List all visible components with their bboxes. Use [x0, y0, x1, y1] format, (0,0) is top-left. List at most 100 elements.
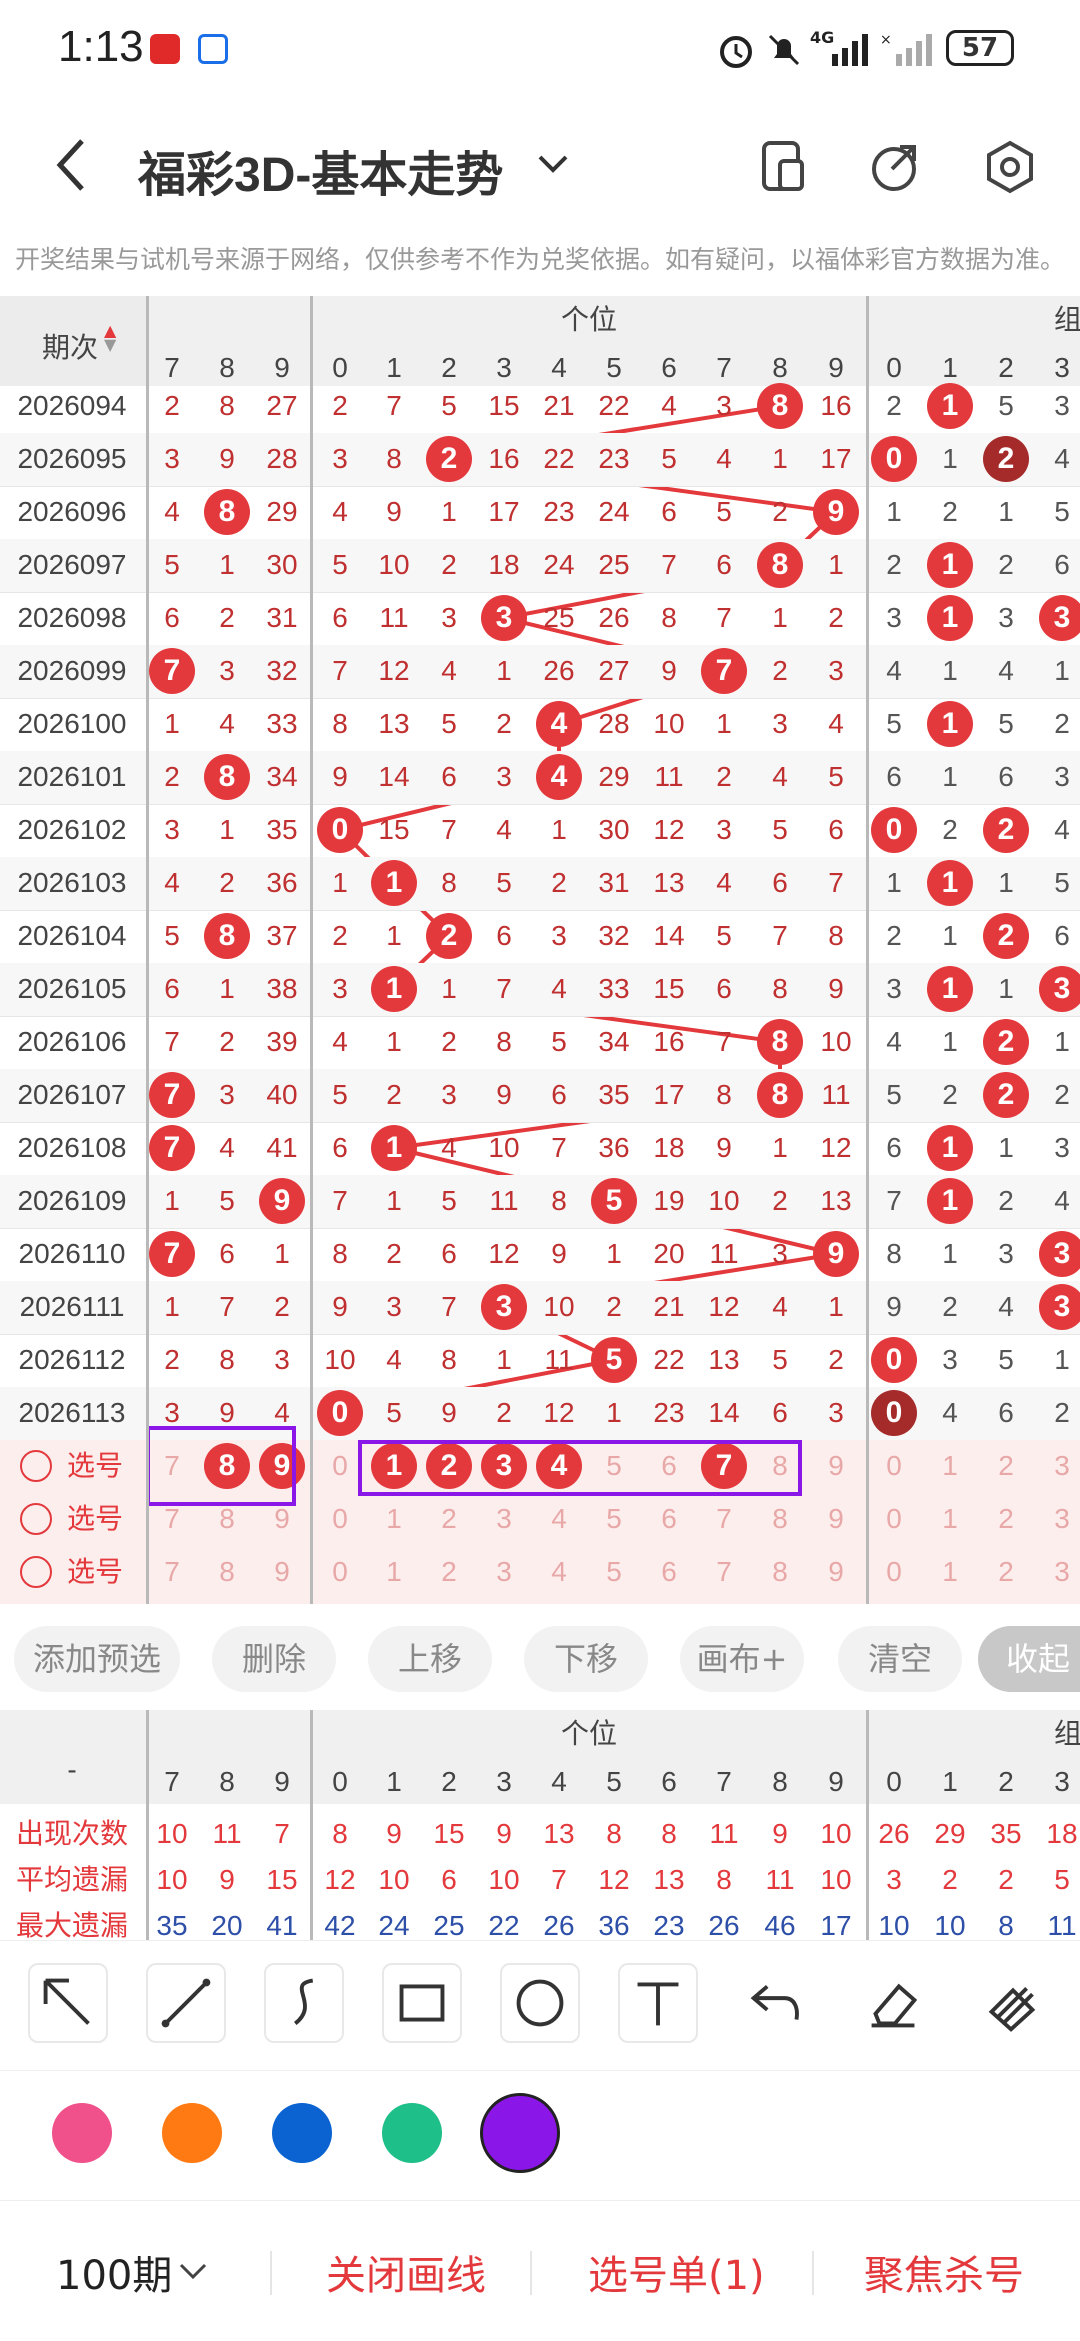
hit-ball: 8 — [757, 383, 803, 429]
color-swatch[interactable] — [162, 2103, 222, 2163]
miss-cell: 10 — [653, 708, 685, 739]
settings-icon[interactable] — [982, 139, 1038, 195]
selection-box[interactable] — [358, 1440, 802, 1496]
row-divider — [0, 909, 1080, 911]
pick-number: 8 — [219, 1556, 235, 1587]
miss-cell: 5 — [164, 920, 180, 951]
hit-ball: 3 — [481, 1284, 527, 1330]
miss-cell: 8 — [496, 1026, 512, 1057]
miss-cell: 32 — [266, 655, 298, 686]
share-icon[interactable] — [868, 139, 924, 195]
undo-icon[interactable] — [736, 1963, 816, 2043]
combo-cell: 6 — [998, 1397, 1014, 1428]
miss-cell: 16 — [653, 1026, 685, 1057]
combo-cell: 2 — [998, 1185, 1014, 1216]
action-button[interactable]: 收起 — [978, 1626, 1080, 1692]
hit-ball: 2 — [426, 913, 472, 959]
combo-cell: 6 — [1054, 549, 1070, 580]
stats-value: 2 — [942, 1864, 958, 1895]
stats-value: 41 — [266, 1910, 298, 1940]
combo-cell: 4 — [1054, 814, 1070, 845]
stats-value: 8 — [606, 1818, 622, 1849]
color-swatch[interactable] — [382, 2103, 442, 2163]
miss-cell: 5 — [661, 443, 677, 474]
stats-value: 15 — [266, 1864, 298, 1895]
action-button[interactable]: 清空 — [838, 1626, 962, 1692]
color-swatch[interactable] — [272, 2103, 332, 2163]
circle-icon[interactable] — [500, 1963, 580, 2043]
miss-cell: 8 — [661, 602, 677, 633]
miss-cell: 12 — [543, 1397, 575, 1428]
column-header: 9 — [828, 352, 844, 383]
pick-number: 3 — [496, 1556, 512, 1587]
row-divider — [0, 1227, 1080, 1229]
miss-cell: 9 — [219, 1397, 235, 1428]
miss-cell: 5 — [441, 390, 457, 421]
miss-cell: 1 — [496, 1344, 512, 1375]
group-header-ones: 个位 — [560, 1718, 617, 1749]
action-button[interactable]: 下移 — [524, 1626, 648, 1692]
pointer-arrow-icon[interactable] — [28, 1963, 108, 2043]
clear-brush-icon[interactable] — [972, 1963, 1052, 2043]
miss-cell: 3 — [274, 1344, 290, 1375]
period-selector[interactable]: 100期 — [56, 2243, 172, 2301]
miss-cell: 28 — [266, 443, 298, 474]
mute-icon — [768, 34, 800, 66]
stats-value: 23 — [653, 1910, 685, 1940]
combo-cell: 1 — [942, 443, 958, 474]
stats-table: - 个位组 7 8 9 0 1 2 3 4 5 6 7 8 9 0 1 2 3 出现次数 10 11 7 8 9 15 9 13 8 8 1… — [0, 1710, 1080, 1940]
action-button[interactable]: 画布+ — [680, 1626, 804, 1692]
pick-radio[interactable] — [20, 1556, 52, 1588]
curve-icon[interactable] — [264, 1963, 344, 2043]
stats-value: 10 — [156, 1864, 188, 1895]
row-divider — [0, 591, 1080, 593]
miss-cell: 2 — [164, 390, 180, 421]
combo-cell: 2 — [942, 1291, 958, 1322]
miss-cell: 6 — [441, 1238, 457, 1269]
miss-cell: 30 — [598, 814, 630, 845]
period-header[interactable]: 期次 — [42, 326, 98, 366]
pick-list-button[interactable]: 选号单(1) — [588, 2243, 765, 2301]
chevron-down-icon[interactable] — [536, 149, 570, 179]
text-icon[interactable] — [618, 1963, 698, 2043]
page-title[interactable]: 福彩3D-基本走势 — [138, 135, 503, 205]
action-button[interactable]: 删除 — [212, 1626, 336, 1692]
miss-cell: 33 — [598, 973, 630, 1004]
column-header: 7 — [164, 1766, 180, 1797]
pick-radio[interactable] — [20, 1450, 52, 1482]
color-swatch[interactable] — [52, 2103, 112, 2163]
back-icon[interactable] — [50, 135, 90, 195]
stats-value: 11 — [212, 1818, 242, 1849]
column-header: 1 — [942, 1766, 958, 1797]
chevron-down-icon[interactable] — [178, 2259, 208, 2283]
stats-value: 9 — [219, 1864, 235, 1895]
miss-cell: 23 — [653, 1397, 685, 1428]
stats-dash: - — [67, 1754, 77, 1785]
miss-cell: 2 — [219, 867, 235, 898]
selection-box[interactable] — [146, 1426, 296, 1506]
miss-cell: 5 — [386, 1397, 402, 1428]
focus-kill-button[interactable]: 聚焦杀号 — [864, 2243, 1024, 2301]
stats-value: 18 — [1046, 1818, 1078, 1849]
action-button[interactable]: 添加预选 — [14, 1626, 180, 1692]
device-icon[interactable] — [758, 139, 808, 195]
eraser-icon[interactable] — [854, 1963, 934, 2043]
miss-cell: 7 — [386, 390, 402, 421]
rectangle-icon[interactable] — [382, 1963, 462, 2043]
color-swatch[interactable] — [480, 2093, 560, 2173]
line-icon[interactable] — [146, 1963, 226, 2043]
close-lines-button[interactable]: 关闭画线 — [326, 2243, 486, 2301]
combo-cell: 4 — [886, 1026, 902, 1057]
combo-cell: 4 — [942, 1397, 958, 1428]
miss-cell: 1 — [716, 708, 732, 739]
hit-ball: 1 — [927, 1178, 973, 1224]
miss-cell: 4 — [332, 496, 348, 527]
hit-ball: 7 — [701, 648, 747, 694]
combo-cell: 1 — [942, 761, 958, 792]
miss-cell: 8 — [441, 1344, 457, 1375]
miss-cell: 13 — [820, 1185, 852, 1216]
miss-cell: 33 — [266, 708, 298, 739]
pick-radio[interactable] — [20, 1503, 52, 1535]
action-button[interactable]: 上移 — [368, 1626, 492, 1692]
miss-cell: 12 — [708, 1291, 740, 1322]
